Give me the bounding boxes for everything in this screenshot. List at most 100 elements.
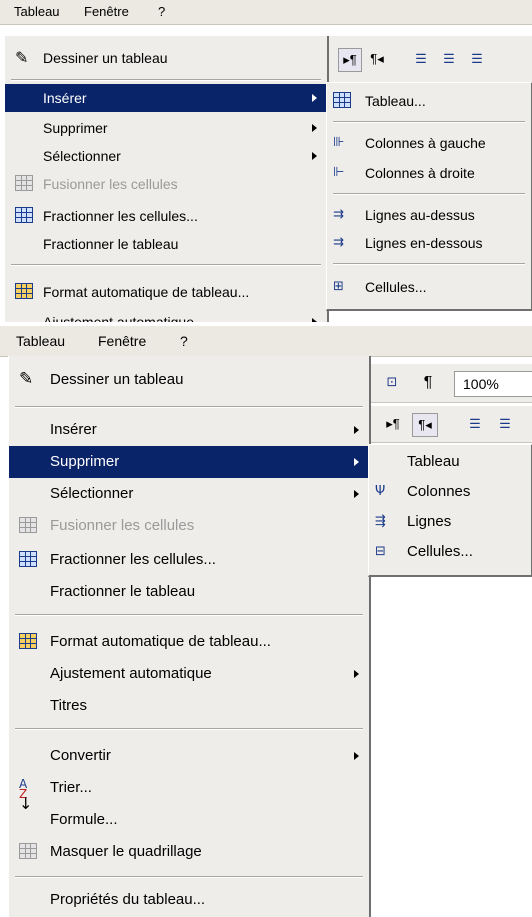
paragraph-rtl-button[interactable]: ¶◂ bbox=[412, 413, 438, 437]
menu-bar: Tableau Fenêtre ? bbox=[0, 0, 532, 25]
submenu-arrow-icon bbox=[354, 458, 359, 466]
menu-item-label: Sélectionner bbox=[50, 485, 134, 502]
submenu-item-label: Colonnes à gauche bbox=[365, 135, 486, 151]
menu-item-fusionner: Fusionner les cellules bbox=[9, 510, 369, 542]
menu-item-ajustement[interactable]: Ajustement automatique bbox=[9, 658, 369, 690]
submenu-arrow-icon bbox=[312, 124, 317, 132]
submenu-item-label: Cellules... bbox=[407, 543, 473, 560]
menu-item-label: Ajustement automatique bbox=[50, 665, 212, 682]
menu-item-convertir[interactable]: Convertir bbox=[9, 740, 369, 772]
submenu-item-label: Colonnes à droite bbox=[365, 165, 475, 181]
menu-item-masquer-quadrillage[interactable]: Masquer le quadrillage bbox=[9, 836, 369, 868]
zoom-value: 100% bbox=[463, 376, 499, 392]
menu-item-supprimer[interactable]: Supprimer bbox=[9, 446, 369, 478]
menubar-fenetre[interactable]: Fenêtre bbox=[98, 333, 146, 349]
formatting-toolbar: ▸¶ ¶◂ ☰ ☰ bbox=[370, 406, 532, 443]
menu-item-format-auto[interactable]: Format automatique de tableau... bbox=[5, 278, 327, 306]
menu-item-proprietes[interactable]: Propriétés du tableau... bbox=[9, 884, 369, 916]
menu-item-fractionner-cellules[interactable]: Fractionner les cellules... bbox=[5, 202, 327, 230]
menu-item-label: Fusionner les cellules bbox=[50, 517, 195, 534]
zoom-box[interactable]: 100% bbox=[454, 371, 532, 397]
menu-separator bbox=[15, 728, 363, 730]
menu-item-label: Ajustement automatique bbox=[43, 314, 194, 322]
split-cells-icon bbox=[15, 207, 35, 225]
menu-item-label: Fractionner le tableau bbox=[50, 583, 196, 600]
menu-separator bbox=[15, 876, 363, 878]
menu-item-supprimer[interactable]: Supprimer bbox=[5, 114, 327, 142]
submenu-item-tableau[interactable]: Tableau... bbox=[327, 87, 531, 115]
numbering-button[interactable]: ☰ bbox=[410, 48, 432, 70]
decrease-indent-button[interactable]: ☰ bbox=[466, 48, 488, 70]
submenu-item-lignes[interactable]: ⇶ Lignes bbox=[369, 507, 531, 537]
insert-row-below-icon: ⇉ bbox=[333, 235, 344, 250]
menu-item-selectionner[interactable]: Sélectionner bbox=[5, 142, 327, 170]
menu-item-inserer[interactable]: Insérer bbox=[5, 84, 327, 112]
paragraph-rtl-button[interactable]: ¶◂ bbox=[366, 48, 388, 70]
menu-item-label: Convertir bbox=[50, 747, 111, 764]
menubar-help[interactable]: ? bbox=[158, 4, 165, 19]
menu-item-selectionner[interactable]: Sélectionner bbox=[9, 478, 369, 510]
submenu-item-lignes-dessus[interactable]: ⇉ Lignes au-dessus bbox=[327, 201, 531, 229]
menu-item-formule[interactable]: Formule... bbox=[9, 804, 369, 836]
menubar-help[interactable]: ? bbox=[180, 333, 188, 349]
submenu-arrow-icon bbox=[354, 426, 359, 434]
menu-item-fusionner: Fusionner les cellules bbox=[5, 170, 327, 198]
menubar-fenetre[interactable]: Fenêtre bbox=[84, 4, 129, 19]
numbering-button[interactable]: ☰ bbox=[464, 413, 486, 435]
menu-item-label: Supprimer bbox=[50, 453, 120, 470]
menu-item-fractionner-tableau[interactable]: Fractionner le tableau bbox=[5, 230, 327, 258]
menubar-tableau[interactable]: Tableau bbox=[14, 4, 60, 19]
pencil-icon: ✎ bbox=[15, 48, 29, 67]
menu-item-label: Dessiner un tableau bbox=[50, 371, 184, 388]
submenu-item-cellules[interactable]: ⊞ Cellules... bbox=[327, 273, 531, 301]
submenu-item-label: Lignes en-dessous bbox=[365, 235, 483, 251]
submenu-item-colonnes-droite[interactable]: ⊩ Colonnes à droite bbox=[327, 159, 531, 187]
show-marks-button[interactable]: ▸¶ bbox=[338, 48, 362, 72]
print-preview-icon[interactable]: ⊡ bbox=[380, 372, 404, 394]
menu-item-label: Trier... bbox=[50, 779, 92, 796]
insert-row-above-icon: ⇉ bbox=[333, 207, 344, 222]
standard-toolbar: ⊡ ¶ 100% bbox=[370, 364, 532, 403]
menu-item-label: Format automatique de tableau... bbox=[50, 633, 271, 650]
bullets-button[interactable]: ☰ bbox=[438, 48, 460, 70]
submenu-item-label: Cellules... bbox=[365, 279, 427, 295]
menu-item-inserer[interactable]: Insérer bbox=[9, 414, 369, 446]
submenu-arrow-icon bbox=[354, 670, 359, 678]
bottom-screenshot: Tableau Fenêtre ? ⊡ ¶ 100% ▸¶ ¶◂ ☰ ☰ ✎ D… bbox=[0, 326, 532, 917]
menu-item-label: Dessiner un tableau bbox=[43, 50, 168, 66]
bullets-button[interactable]: ☰ bbox=[494, 413, 516, 435]
menu-item-trier[interactable]: A Z↓ Trier... bbox=[9, 772, 369, 812]
menu-item-format-auto[interactable]: Format automatique de tableau... bbox=[9, 626, 369, 658]
menu-item-fractionner-cellules[interactable]: Fractionner les cellules... bbox=[9, 544, 369, 576]
menu-item-label: Fractionner le tableau bbox=[43, 236, 179, 252]
menu-item-fractionner-tableau[interactable]: Fractionner le tableau bbox=[9, 576, 369, 608]
submenu-item-lignes-dessous[interactable]: ⇉ Lignes en-dessous bbox=[327, 229, 531, 257]
submenu-item-colonnes-gauche[interactable]: ⊪ Colonnes à gauche bbox=[327, 129, 531, 157]
split-cells-icon bbox=[19, 551, 39, 569]
insert-submenu: Tableau... ⊪ Colonnes à gauche ⊩ Colonne… bbox=[326, 82, 532, 311]
delete-row-icon: ⇶ bbox=[375, 514, 386, 529]
menu-item-dessiner[interactable]: ✎ Dessiner un tableau bbox=[9, 364, 369, 396]
menubar-tableau[interactable]: Tableau bbox=[16, 333, 65, 349]
menu-bar: Tableau Fenêtre ? bbox=[0, 326, 532, 357]
menu-item-ajustement[interactable]: Ajustement automatique bbox=[5, 308, 327, 322]
table-icon bbox=[333, 92, 353, 110]
submenu-arrow-icon bbox=[312, 318, 317, 322]
autoformat-icon bbox=[15, 283, 35, 301]
submenu-arrow-icon bbox=[312, 94, 317, 102]
submenu-item-colonnes[interactable]: Ψ Colonnes bbox=[369, 477, 531, 507]
insert-cells-icon: ⊞ bbox=[333, 279, 344, 294]
submenu-item-tableau[interactable]: Tableau bbox=[369, 447, 531, 477]
submenu-item-cellules[interactable]: ⊟ Cellules... bbox=[369, 537, 531, 567]
menu-item-label: Titres bbox=[50, 697, 87, 714]
insert-column-left-icon: ⊪ bbox=[333, 135, 345, 150]
menu-item-label: Insérer bbox=[43, 90, 87, 106]
menu-item-titres[interactable]: Titres bbox=[9, 690, 369, 722]
gridlines-icon bbox=[19, 843, 39, 861]
menu-item-label: Insérer bbox=[50, 421, 97, 438]
merge-cells-icon bbox=[15, 175, 35, 193]
paragraph-ltr-button[interactable]: ▸¶ bbox=[382, 413, 404, 435]
menu-item-dessiner[interactable]: ✎ Dessiner un tableau bbox=[5, 44, 327, 72]
submenu-arrow-icon bbox=[312, 152, 317, 160]
show-marks-button[interactable]: ¶ bbox=[418, 372, 438, 394]
